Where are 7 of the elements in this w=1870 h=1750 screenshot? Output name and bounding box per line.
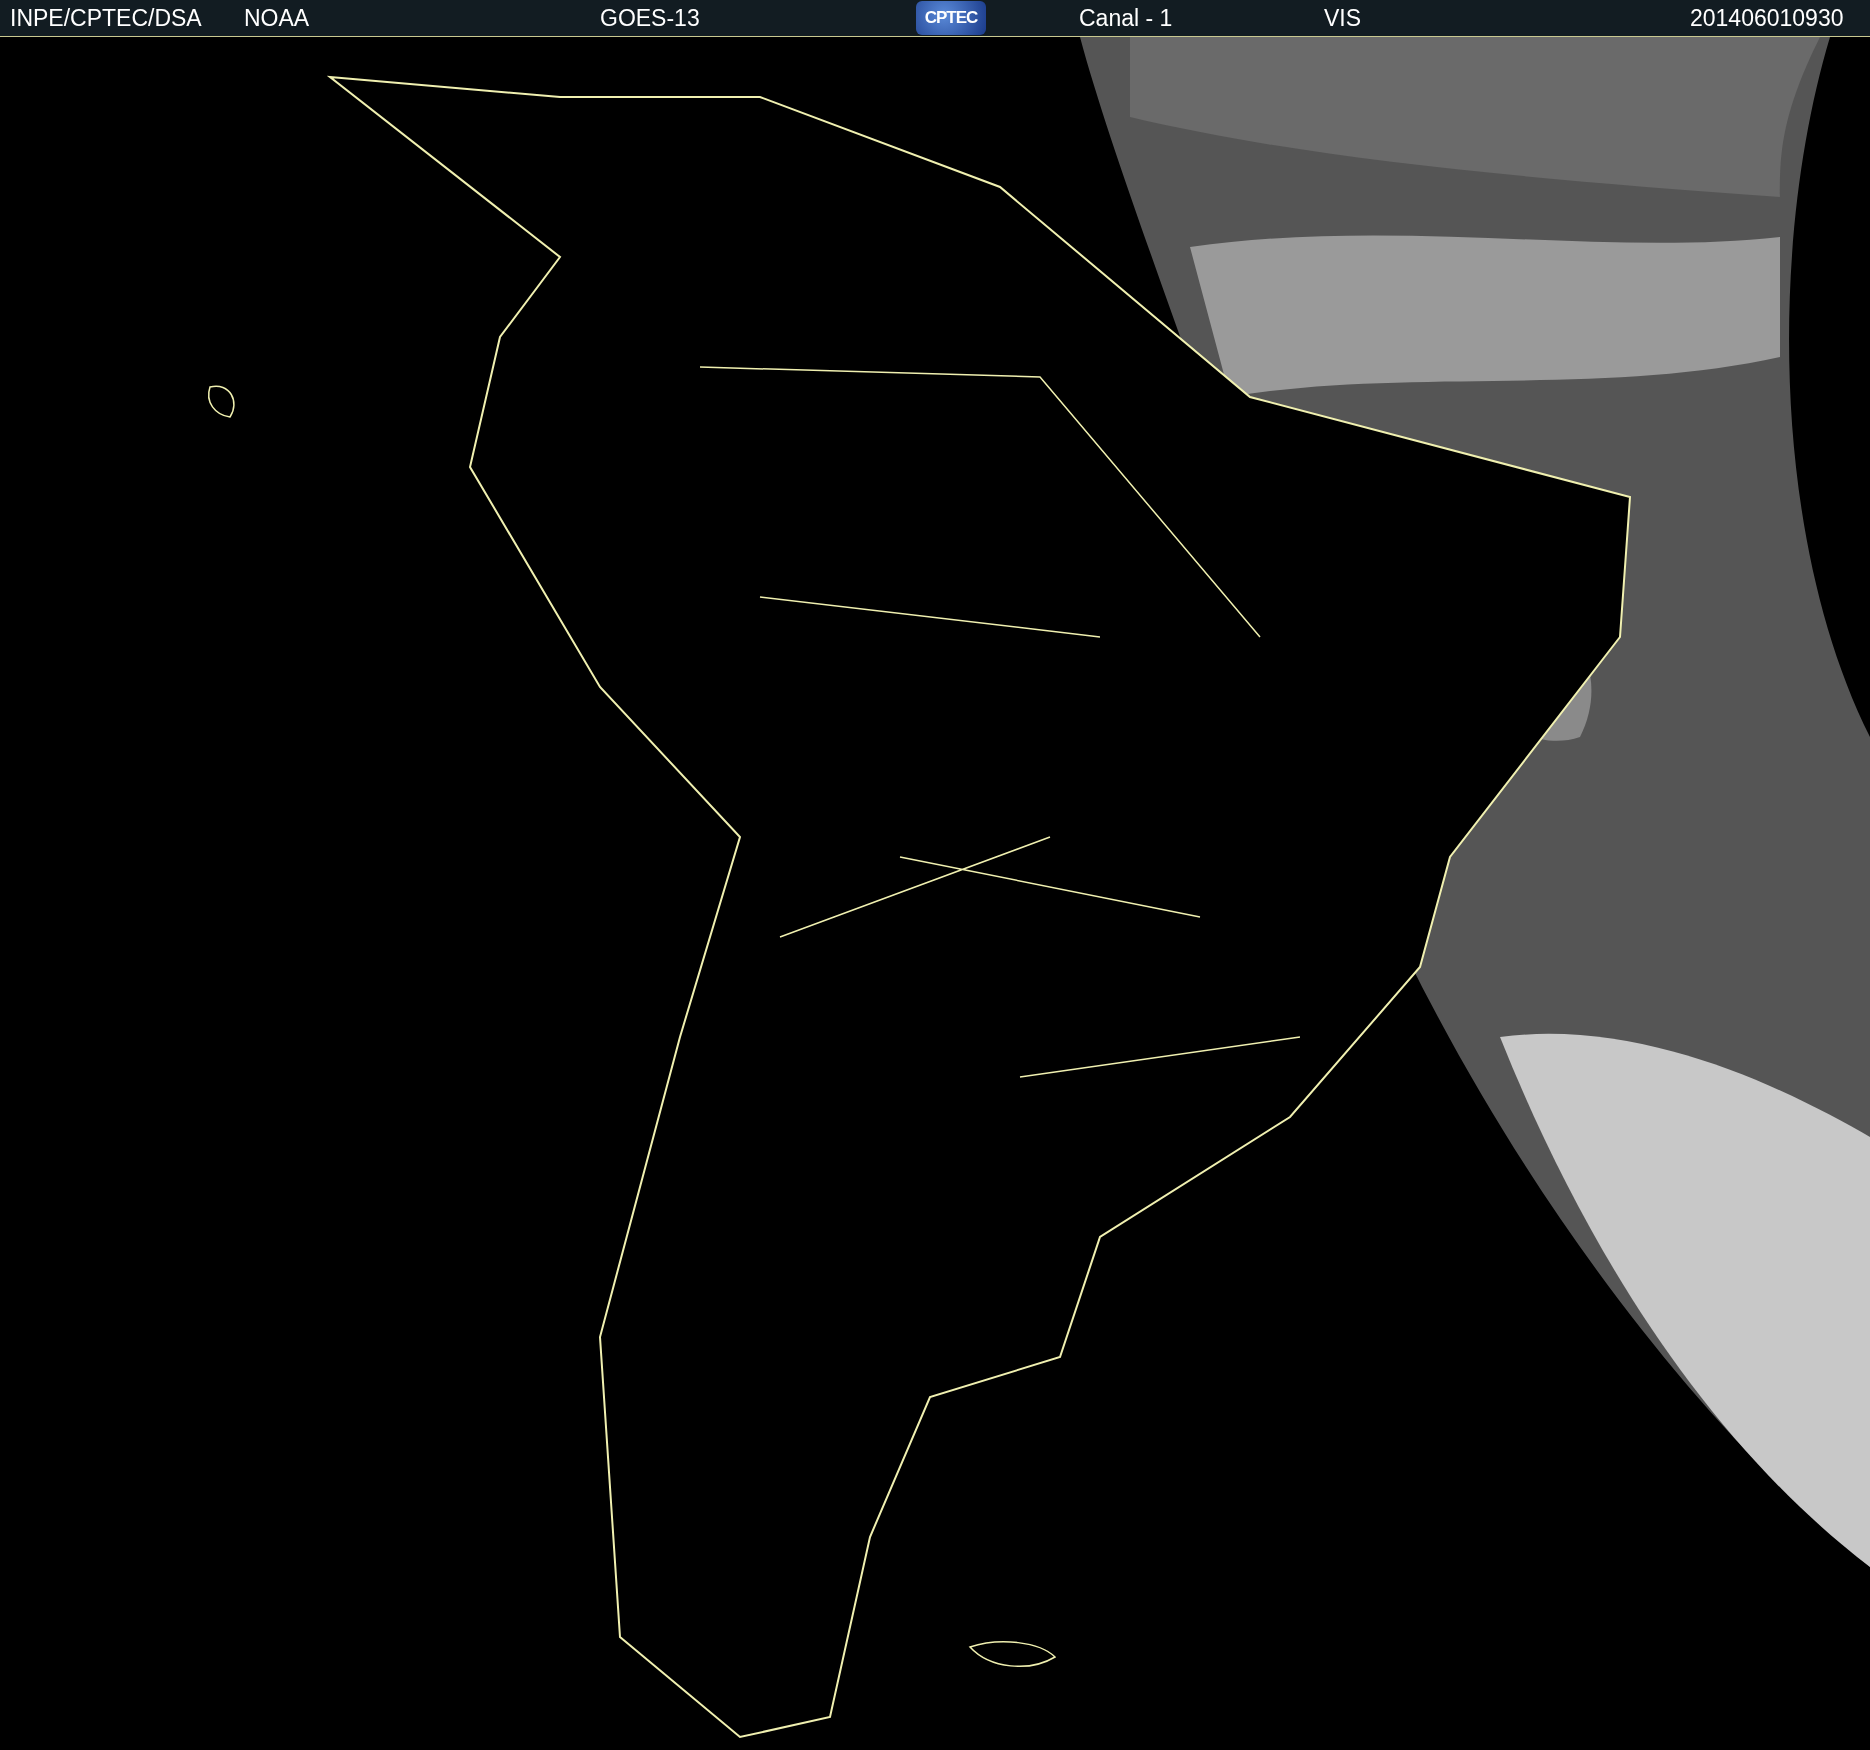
header-label: Canal - 1 bbox=[1079, 4, 1173, 31]
header-label: VIS bbox=[1324, 4, 1362, 31]
header-label: NOAA bbox=[244, 4, 310, 31]
header-label: 201406010930 bbox=[1690, 4, 1844, 31]
header-label: GOES-13 bbox=[600, 4, 700, 31]
logo: CPTEC bbox=[916, 1, 986, 35]
header-label: INPE/CPTEC/DSA bbox=[10, 4, 202, 31]
